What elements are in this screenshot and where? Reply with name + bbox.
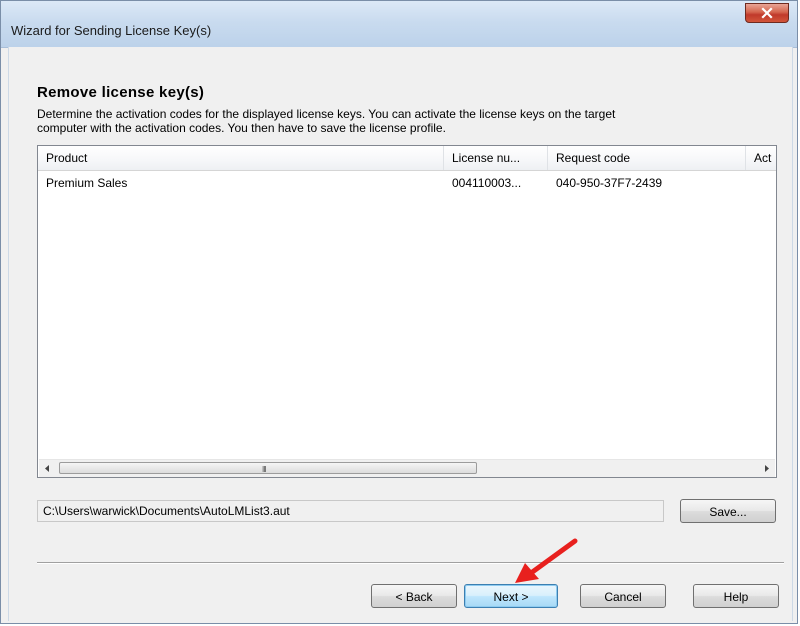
save-button[interactable]: Save...	[680, 499, 776, 523]
description-line-2: computer with the activation codes. You …	[37, 121, 446, 135]
scrollbar-thumb[interactable]: III	[59, 462, 477, 474]
arrow-right-icon	[765, 465, 769, 472]
column-header-activation-code[interactable]: Act	[746, 146, 776, 170]
red-arrow-icon	[505, 535, 585, 588]
close-icon	[761, 7, 773, 19]
close-button[interactable]	[745, 3, 789, 23]
column-header-product[interactable]: Product	[38, 146, 444, 170]
page-description: Determine the activation codes for the d…	[37, 107, 757, 135]
license-file-path-field[interactable]: C:\Users\warwick\Documents\AutoLMList3.a…	[37, 500, 664, 522]
cell-product: Premium Sales	[46, 176, 128, 190]
cancel-button[interactable]: Cancel	[580, 584, 666, 608]
scroll-left-button[interactable]	[39, 460, 56, 477]
page-heading: Remove license key(s)	[37, 84, 205, 101]
column-header-request-code[interactable]: Request code	[548, 146, 746, 170]
help-button[interactable]: Help	[693, 584, 779, 608]
footer-separator	[37, 562, 784, 564]
arrow-left-icon	[45, 465, 49, 472]
cell-request-code: 040-950-37F7-2439	[556, 176, 663, 190]
column-header-license-number[interactable]: License nu...	[444, 146, 548, 170]
title-bar[interactable]: Wizard for Sending License Key(s)	[1, 1, 797, 48]
table-row[interactable]: Premium Sales 004110003... 040-950-37F7-…	[38, 172, 776, 194]
scroll-right-button[interactable]	[758, 460, 775, 477]
scrollbar-grip: III	[262, 465, 267, 474]
license-key-list[interactable]: Product License nu... Request code Act P…	[37, 145, 777, 478]
cell-license-number: 004110003...	[452, 176, 522, 190]
description-line-1: Determine the activation codes for the d…	[37, 107, 616, 121]
cell-activation-code[interactable]	[746, 172, 776, 194]
window-title: Wizard for Sending License Key(s)	[11, 23, 212, 38]
back-button[interactable]: < Back	[371, 584, 457, 608]
horizontal-scrollbar[interactable]: III	[39, 459, 775, 477]
list-header: Product License nu... Request code Act	[38, 146, 776, 171]
